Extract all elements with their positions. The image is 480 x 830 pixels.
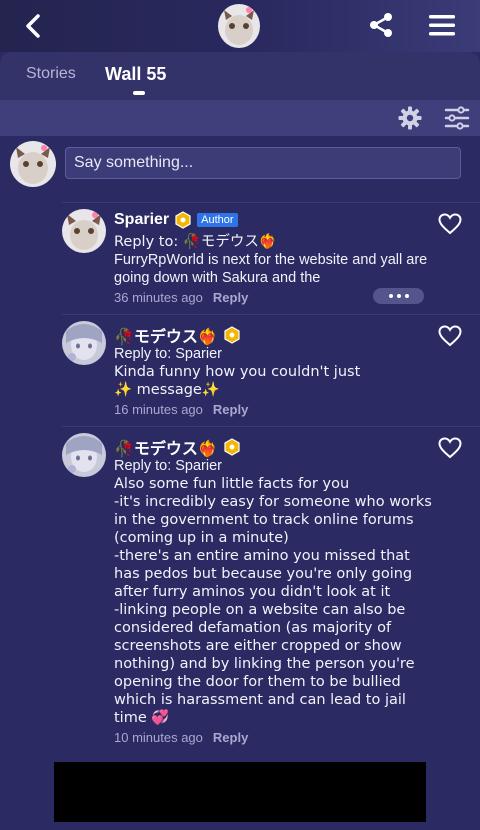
dot-icon (388, 294, 393, 298)
comment-meta: 10 minutes ago Reply (114, 730, 248, 745)
comment-text: Also some fun little facts for you -it's… (114, 476, 432, 726)
reply-button[interactable]: Reply (213, 730, 248, 745)
tab-wall[interactable]: Wall 55 (105, 64, 166, 85)
comment-meta: 36 minutes ago Reply (114, 290, 248, 305)
tab-stories[interactable]: Stories (26, 65, 76, 83)
chevron-left-icon[interactable] (20, 12, 48, 40)
level-badge-icon (224, 438, 240, 456)
gear-icon[interactable] (398, 106, 422, 130)
comment-item: 🥀モデウス❤️‍🔥 Reply to: Sparier Kinda funny … (0, 314, 480, 426)
active-tab-indicator (133, 91, 145, 95)
comment-text: Kinda funny how you couldn't just ✨ mess… (114, 364, 361, 398)
top-bar (0, 0, 480, 52)
comment-item: Sparier Author Reply to: 🥀モデウス❤️‍🔥 Furry… (0, 202, 480, 314)
comment-header: 🥀モデウス❤️‍🔥 (114, 323, 241, 347)
username[interactable]: 🥀モデウス❤️‍🔥 (114, 435, 218, 459)
reply-to: Reply to: Sparier (114, 458, 222, 474)
timestamp: 16 minutes ago (114, 402, 203, 417)
comment-item: 🥀モデウス❤️‍🔥 Reply to: Sparier Also some fu… (0, 426, 480, 756)
redacted-area (54, 762, 426, 822)
reply-button[interactable]: Reply (213, 402, 248, 417)
tab-bar: Stories Wall 55 (0, 52, 480, 100)
dot-icon (404, 294, 409, 298)
heart-icon[interactable] (438, 213, 462, 235)
avatar[interactable] (218, 4, 260, 48)
heart-icon[interactable] (438, 325, 462, 347)
author-tag: Author (197, 213, 238, 227)
timestamp: 36 minutes ago (114, 290, 203, 305)
wall-toolbar (0, 100, 480, 136)
avatar[interactable] (62, 321, 106, 365)
avatar[interactable] (62, 433, 106, 477)
comment-text: FurryRpWorld is next for the website and… (114, 252, 428, 286)
divider (62, 314, 480, 315)
level-badge-icon (224, 326, 240, 344)
share-icon[interactable] (368, 12, 394, 38)
my-avatar[interactable] (10, 141, 56, 187)
reply-button[interactable]: Reply (213, 290, 248, 305)
divider (62, 202, 480, 203)
reply-to: Reply to: 🥀モデウス❤️‍🔥 (114, 234, 277, 250)
comment-header: Sparier Author (114, 211, 238, 229)
sliders-icon[interactable] (444, 106, 470, 130)
comment-header: 🥀モデウス❤️‍🔥 (114, 435, 241, 459)
reply-to: Reply to: Sparier (114, 346, 222, 362)
divider (62, 426, 480, 427)
avatar[interactable] (62, 209, 106, 253)
heart-icon[interactable] (438, 437, 462, 459)
read-more-button[interactable] (373, 288, 424, 304)
level-badge-icon (175, 211, 191, 229)
hamburger-menu-icon[interactable] (428, 12, 456, 38)
dot-icon (396, 294, 401, 298)
comment-input[interactable] (65, 147, 461, 179)
timestamp: 10 minutes ago (114, 730, 203, 745)
comment-meta: 16 minutes ago Reply (114, 402, 248, 417)
username[interactable]: Sparier (114, 211, 169, 229)
username[interactable]: 🥀モデウス❤️‍🔥 (114, 323, 218, 347)
